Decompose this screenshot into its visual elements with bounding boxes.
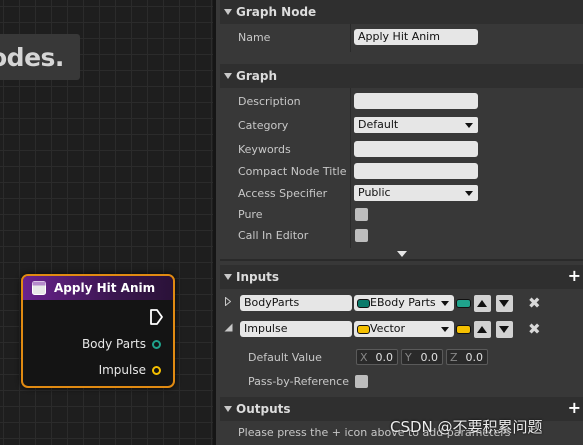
move-up-button[interactable]	[474, 295, 491, 312]
pin-connector-icon[interactable]	[152, 365, 161, 375]
pin-label: Impulse	[98, 363, 146, 377]
param-type-value: EBody Parts	[370, 296, 436, 309]
default-y-field[interactable]: Y 0.0	[401, 349, 443, 365]
comment-text: odes.	[0, 43, 64, 72]
category-combobox[interactable]: Default	[354, 117, 478, 133]
category-label: Graph Node	[236, 5, 317, 19]
node-header[interactable]: Apply Hit Anim	[23, 276, 173, 300]
comment-box[interactable]: odes.	[0, 34, 80, 80]
body-parts-pin[interactable]: Body Parts	[82, 337, 161, 351]
type-color-icon	[357, 325, 370, 334]
param-type-combobox[interactable]: EBody Parts	[354, 295, 454, 311]
param-name-field[interactable]: BodyParts	[240, 295, 352, 311]
remove-param-button[interactable]: ✖	[528, 294, 541, 312]
dropdown-arrow-icon	[441, 327, 449, 332]
description-field[interactable]	[354, 93, 478, 109]
column-divider[interactable]	[350, 24, 351, 52]
column-divider[interactable]	[350, 88, 351, 248]
expand-arrow-icon[interactable]	[225, 297, 231, 306]
name-field[interactable]: Apply Hit Anim	[354, 29, 478, 45]
separator	[220, 259, 583, 261]
graph-canvas[interactable]: odes. Apply Hit Anim Body Parts Impulse	[0, 0, 213, 445]
collapse-arrow-icon	[224, 73, 232, 79]
default-value-label: Default Value	[248, 351, 322, 364]
category-inputs[interactable]: Inputs	[220, 265, 583, 289]
call-in-editor-checkbox[interactable]	[355, 229, 368, 242]
remove-param-button[interactable]: ✖	[528, 320, 541, 338]
type-color-icon	[357, 299, 370, 308]
up-arrow-icon	[477, 326, 487, 333]
axis-label: Y	[405, 351, 412, 364]
move-down-button[interactable]	[496, 321, 513, 338]
category-label: Graph	[236, 69, 277, 83]
keywords-label: Keywords	[238, 143, 291, 156]
pin-type-icon	[456, 325, 471, 334]
down-arrow-icon	[499, 326, 509, 333]
axis-value: 0.0	[375, 351, 394, 364]
category-prop-label: Category	[238, 119, 289, 132]
default-z-field[interactable]: Z 0.0	[446, 349, 488, 365]
axis-label: Z	[450, 351, 458, 364]
pin-type-icon	[456, 299, 471, 308]
dropdown-arrow-icon	[441, 301, 449, 306]
category-graph[interactable]: Graph	[220, 64, 583, 88]
axis-label: X	[360, 351, 368, 364]
category-graph-node[interactable]: Graph Node	[220, 0, 583, 24]
details-panel: Graph Node Name Apply Hit Anim Graph Des…	[213, 0, 583, 445]
category-value: Default	[358, 118, 399, 131]
collapse-arrow-icon	[224, 406, 232, 412]
compact-title-field[interactable]	[354, 163, 478, 179]
dropdown-arrow-icon	[465, 191, 473, 196]
param-name-field[interactable]: Impulse	[240, 321, 352, 337]
add-output-button[interactable]: +	[568, 398, 581, 417]
impulse-pin[interactable]: Impulse	[99, 363, 161, 377]
collapse-arrow-icon	[224, 274, 232, 280]
description-label: Description	[238, 95, 301, 108]
function-icon	[32, 281, 46, 295]
exec-output-pin[interactable]	[149, 309, 163, 325]
advanced-expand-icon[interactable]	[396, 250, 408, 258]
category-label: Outputs	[236, 402, 291, 416]
up-arrow-icon	[477, 300, 487, 307]
access-specifier-combobox[interactable]: Public	[354, 185, 478, 201]
pass-by-reference-checkbox[interactable]	[355, 375, 368, 388]
expanded-arrow-icon[interactable]	[224, 323, 233, 332]
compact-title-label: Compact Node Title	[238, 165, 347, 178]
name-label: Name	[238, 31, 271, 44]
move-up-button[interactable]	[474, 321, 491, 338]
axis-value: 0.0	[465, 351, 484, 364]
call-in-editor-label: Call In Editor	[238, 229, 309, 242]
pure-checkbox[interactable]	[355, 208, 368, 221]
node-title: Apply Hit Anim	[54, 281, 156, 295]
pin-label: Body Parts	[81, 337, 146, 351]
param-type-value: Vector	[370, 322, 406, 335]
access-value: Public	[358, 186, 391, 199]
move-down-button[interactable]	[496, 295, 513, 312]
access-specifier-label: Access Specifier	[238, 187, 328, 200]
down-arrow-icon	[499, 300, 509, 307]
axis-value: 0.0	[420, 351, 439, 364]
category-label: Inputs	[236, 270, 280, 284]
default-x-field[interactable]: X 0.0	[356, 349, 398, 365]
collapse-arrow-icon	[224, 9, 232, 15]
pure-label: Pure	[238, 208, 263, 221]
keywords-field[interactable]	[354, 141, 478, 157]
param-type-combobox[interactable]: Vector	[354, 321, 454, 337]
pass-by-reference-label: Pass-by-Reference	[248, 375, 349, 388]
add-input-button[interactable]: +	[568, 266, 581, 285]
function-node[interactable]: Apply Hit Anim Body Parts Impulse	[21, 274, 175, 388]
watermark: CSDN @不要积累问题	[390, 418, 543, 436]
pin-connector-icon[interactable]	[152, 339, 161, 349]
dropdown-arrow-icon	[465, 123, 473, 128]
